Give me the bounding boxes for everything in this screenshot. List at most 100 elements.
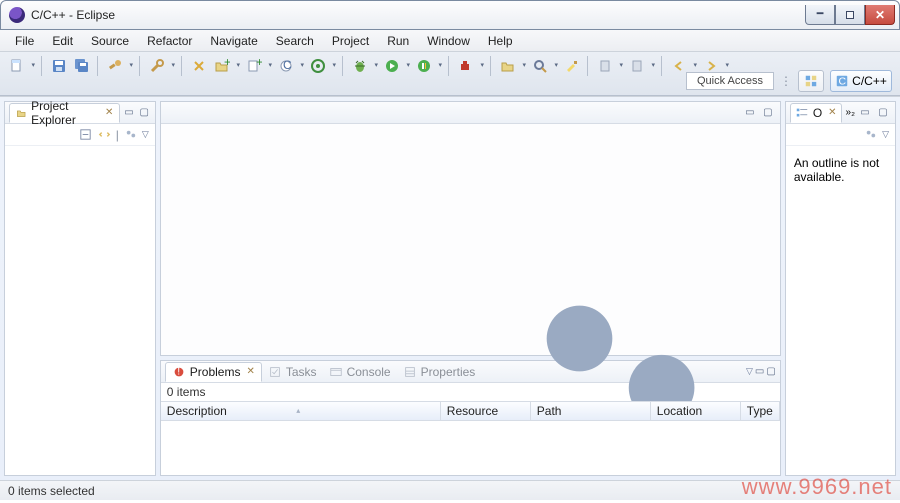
save-all-button[interactable] [71,55,93,77]
menu-navigate[interactable]: Navigate [201,31,266,51]
console-icon [329,365,343,379]
open-perspective-button[interactable] [798,70,824,92]
toolbar-separator [490,56,492,76]
problems-icon: ! [172,365,186,379]
overflow-indicator[interactable]: »₂ [846,107,855,118]
maximize-view-button[interactable]: ▢ [138,105,151,121]
external-tools-button[interactable] [455,55,477,77]
toolbar-separator [342,56,344,76]
build-target-button[interactable] [307,55,329,77]
toolbar-separator [448,56,450,76]
filter-icon[interactable] [863,127,878,142]
c-cpp-icon: C [835,74,849,88]
minimize-view-button[interactable]: ▭ [122,105,135,121]
menu-project[interactable]: Project [323,31,378,51]
toggle-mark-button[interactable] [188,55,210,77]
col-path[interactable]: Path [531,402,651,420]
project-explorer-view: Project Explorer ✕ ▭ ▢ | ▽ [4,101,156,476]
toolbar-divider: ⋮ [780,74,792,88]
new-button[interactable] [6,55,28,77]
problems-tab-label: Problems [190,365,241,379]
menu-search[interactable]: Search [267,31,323,51]
prev-annotation-button[interactable] [594,55,616,77]
next-annotation-button[interactable] [626,55,648,77]
project-explorer-tab[interactable]: Project Explorer ✕ [9,103,120,123]
save-button[interactable] [48,55,70,77]
wrench-button[interactable] [146,55,168,77]
maximize-editor-button[interactable]: ▢ [760,105,776,121]
properties-tab[interactable]: Properties [397,362,482,382]
toolbar-separator [41,56,43,76]
menu-bar: File Edit Source Refactor Navigate Searc… [0,30,900,52]
menu-file[interactable]: File [6,31,43,51]
tasks-tab[interactable]: Tasks [262,362,323,382]
menu-refactor[interactable]: Refactor [138,31,201,51]
app-icon [9,7,25,23]
svg-text:!: ! [177,365,180,377]
minimize-button[interactable]: ━ [805,5,835,25]
quick-access[interactable]: Quick Access [686,72,774,90]
view-menu-icon[interactable]: ▽ [142,129,149,140]
menu-run[interactable]: Run [378,31,418,51]
console-tab[interactable]: Console [323,362,397,382]
view-menu-icon[interactable]: ▽ [746,364,753,380]
collapse-all-icon[interactable] [78,127,93,142]
project-explorer-body[interactable] [5,146,155,475]
col-resource[interactable]: Resource [441,402,531,420]
new-class-button[interactable]: + [243,55,265,77]
profile-button[interactable] [413,55,435,77]
svg-text:+: + [256,58,262,69]
outline-title: O [813,106,822,120]
outline-view: O ✕ »₂ ▭ ▢ ▽ An outline is not available… [785,101,896,476]
project-explorer-title: Project Explorer [31,99,99,127]
col-type[interactable]: Type [741,402,780,420]
search-button[interactable] [529,55,551,77]
close-icon[interactable]: ✕ [246,366,254,377]
center-area: ▭ ▢ ! Problems ✕ Tasks Console [160,101,781,476]
menu-window[interactable]: Window [418,31,479,51]
editor-tabrow: ▭ ▢ [161,102,780,124]
highlight-button[interactable] [561,55,583,77]
properties-icon [403,365,417,379]
new-c-button[interactable]: C [275,55,297,77]
minimize-view-button[interactable]: ▭ [755,364,764,380]
build-button[interactable] [104,55,126,77]
col-location[interactable]: Location [651,402,741,420]
close-button[interactable]: ✕ [865,5,895,25]
filter-icon[interactable] [123,127,138,142]
menu-edit[interactable]: Edit [43,31,82,51]
open-type-button[interactable] [497,55,519,77]
svg-text:+: + [224,58,230,69]
menu-source[interactable]: Source [82,31,138,51]
maximize-view-button[interactable]: ▢ [766,364,775,380]
col-description[interactable]: Description [161,402,441,420]
tasks-tab-label: Tasks [286,365,317,379]
view-menu-icon[interactable]: ▽ [882,129,889,140]
minimize-view-button[interactable]: ▭ [857,105,873,121]
svg-text:C: C [283,58,292,72]
link-editor-icon[interactable] [97,127,112,142]
toolbar-separator [139,56,141,76]
debug-button[interactable] [349,55,371,77]
maximize-button[interactable] [835,5,865,25]
outline-body: An outline is not available. [786,146,895,475]
menu-help[interactable]: Help [479,31,522,51]
outline-message: An outline is not available. [786,146,895,194]
run-button[interactable] [381,55,403,77]
new-folder-button[interactable]: + [211,55,233,77]
maximize-view-button[interactable]: ▢ [875,105,891,121]
perspective-c-cpp[interactable]: C C/C++ [830,70,892,92]
svg-text:C: C [839,76,847,88]
minimize-editor-button[interactable]: ▭ [742,105,758,121]
toolbar-separator [97,56,99,76]
close-icon[interactable]: ✕ [828,107,836,118]
close-icon[interactable]: ✕ [105,107,113,118]
main-toolbar: + + C Quick Access ⋮ C C/C++ [0,52,900,96]
problems-table-body[interactable] [161,421,780,475]
outline-tab[interactable]: O ✕ [790,103,842,123]
window-title: C/C++ - Eclipse [31,8,805,22]
status-text: 0 items selected [8,484,95,498]
toolbar-separator [661,56,663,76]
outline-toolbar: ▽ [786,124,895,146]
problems-tab[interactable]: ! Problems ✕ [165,362,262,382]
